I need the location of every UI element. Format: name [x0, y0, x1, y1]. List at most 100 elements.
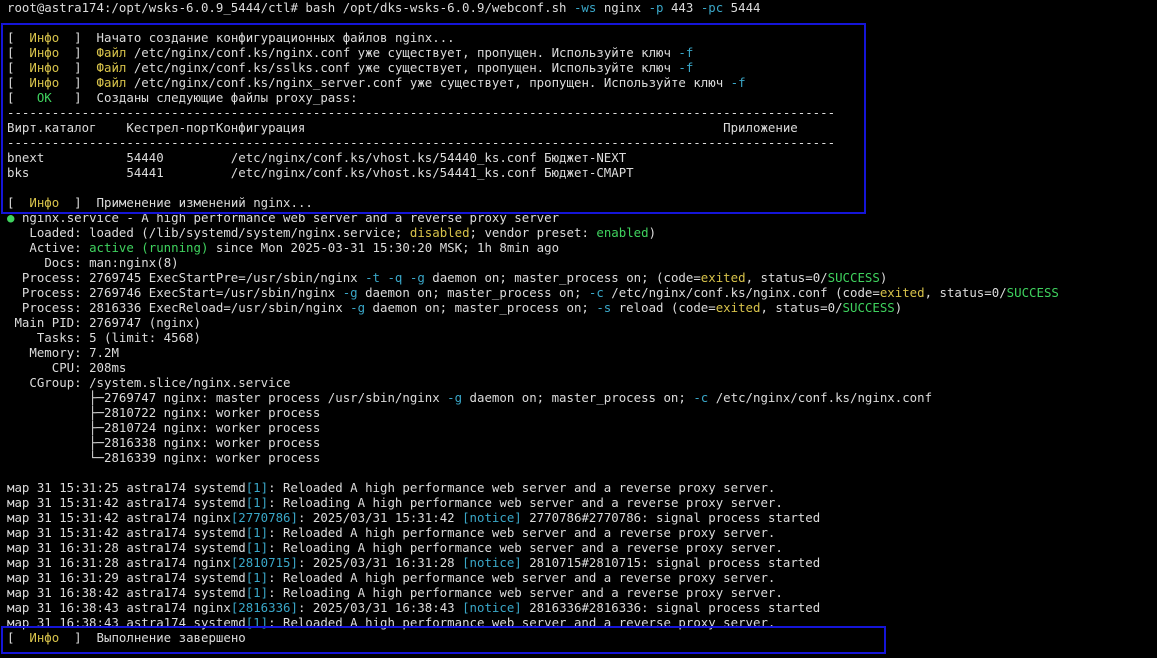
- shell-prompt: root@astra174:/opt/wsks-6.0.9_5444/ctl#: [7, 0, 306, 15]
- info-tag: Инфо: [29, 630, 60, 645]
- command-flag: -g: [447, 390, 463, 405]
- command-flag: -g: [342, 285, 358, 300]
- command-flag: -g: [409, 270, 425, 285]
- field-value: 2769745 ExecStartPre=/usr/sbin/nginx: [89, 270, 366, 285]
- log-exists-line: [ Инфо ] Файл /etc/nginx/conf.ks/nginx.c…: [7, 45, 694, 60]
- journal-line: мар 31 15:31:42 astra174 systemd[1]: Rel…: [7, 495, 1155, 510]
- loaded-line: Loaded: loaded (/lib/systemd/system/ngin…: [7, 225, 1155, 240]
- log-exists-line: [ Инфо ] Файл /etc/nginx/conf.ks/nginx_s…: [7, 75, 746, 90]
- info-tag: Инфо: [29, 195, 60, 210]
- table-cell-port: 54440: [126, 150, 231, 165]
- process-text: 2816338 nginx: worker process: [103, 435, 321, 450]
- text-segment: daemon on; master_process on;: [462, 390, 694, 405]
- table-cell-config: /etc/nginx/conf.ks/vhost.ks/54441_ks.con…: [230, 165, 545, 180]
- field-label: Process:: [7, 285, 90, 300]
- status-dot-icon: ●: [7, 210, 15, 225]
- journal-line: мар 31 16:31:29 astra174 systemd[1]: Rel…: [7, 570, 1155, 585]
- journal-pid: [1]: [245, 480, 269, 495]
- command-flag: -s: [596, 300, 612, 315]
- text-segment: , status=0/: [924, 285, 1007, 300]
- journal-unit: systemd: [193, 540, 246, 555]
- process-text: 2769747 nginx: master process /usr/sbin/…: [103, 390, 448, 405]
- table-row: bks 54441 /etc/nginx/conf.ks/vhost.ks/54…: [7, 165, 1155, 180]
- log-final-line: [ Инфо ] Выполнение завершено: [7, 630, 246, 645]
- field-value: since Mon 2025-03-31 15:30:20 MSK; 1h 8m…: [208, 240, 560, 255]
- journal-message: : Reloaded A high performance web server…: [268, 570, 776, 585]
- info-tag: Инфо: [29, 30, 60, 45]
- journal-pid: [1]: [245, 525, 269, 540]
- field-value: 2769747 (nginx): [89, 315, 201, 330]
- journal-line: мар 31 16:31:28 astra174 systemd[1]: Rel…: [7, 540, 1155, 555]
- journal-message: : Reloaded A high performance web server…: [268, 480, 776, 495]
- success-state: SUCCESS: [842, 300, 895, 315]
- process-text: 2816339 nginx: worker process: [103, 450, 321, 465]
- field-label: Tasks:: [36, 330, 82, 345]
- journal-line: мар 31 16:38:43 astra174 nginx[2816336]:…: [7, 600, 1155, 615]
- journal-line: мар 31 15:31:25 astra174 systemd[1]: Rel…: [7, 480, 1155, 495]
- log-message: Применение изменений nginx...: [96, 195, 313, 210]
- active-line: Active: active (running) since Mon 2025-…: [7, 240, 1155, 255]
- field-value: ; vendor preset:: [469, 225, 597, 240]
- notice-tag: [notice]: [462, 555, 522, 570]
- cgroup-tree-item: ├─2810722 nginx: worker process: [7, 405, 1155, 420]
- field-label: Process:: [7, 270, 90, 285]
- field-value: 7.2M: [89, 345, 119, 360]
- command-flag: -p: [648, 0, 664, 15]
- memory-line: Memory: 7.2M: [7, 345, 1155, 360]
- log-message: /etc/nginx/conf.ks/nginx.conf уже сущест…: [126, 45, 679, 60]
- exit-state: exited: [700, 270, 746, 285]
- text-segment: /etc/nginx/conf.ks/nginx.conf: [708, 390, 933, 405]
- text-segment: , status=0/: [745, 270, 828, 285]
- log-ok-line: [ OK ] Созданы следующие файлы proxy_pas…: [7, 90, 358, 105]
- journal-line: мар 31 15:31:42 astra174 nginx[2770786]:…: [7, 510, 1155, 525]
- exit-state: exited: [715, 300, 761, 315]
- text-segment: reload (code=: [611, 300, 716, 315]
- table-cell-app: Бюджет-NEXT: [544, 150, 627, 165]
- command-flag: -c: [588, 285, 604, 300]
- exit-state: exited: [879, 285, 925, 300]
- field-value: 5 (limit: 4568): [89, 330, 201, 345]
- journal-unit: systemd: [193, 570, 246, 585]
- field-value: 208ms: [89, 360, 127, 375]
- tasks-line: Tasks: 5 (limit: 4568): [7, 330, 1155, 345]
- log-start-line: [ Инфо ] Начато создание конфигурационны…: [7, 30, 455, 45]
- log-message: Начато создание конфигурационных файлов …: [96, 30, 455, 45]
- journal-pid: [1]: [245, 615, 269, 630]
- text-segment: ): [894, 300, 903, 315]
- field-label: Docs:: [44, 255, 82, 270]
- journal-text: : 2025/03/31 15:31:42: [297, 510, 463, 525]
- log-exists-line: [ Инфо ] Файл /etc/nginx/conf.ks/sslks.c…: [7, 60, 694, 75]
- log-message: Созданы следующие файлы proxy_pass:: [96, 90, 358, 105]
- tree-branch: ├─: [7, 435, 104, 450]
- terminal-output[interactable]: root@astra174:/opt/wsks-6.0.9_5444/ctl# …: [7, 0, 1155, 645]
- process-text: 2810722 nginx: worker process: [103, 405, 321, 420]
- flag-key: -f: [678, 60, 694, 75]
- journal-line: мар 31 16:38:43 astra174 systemd[1]: Rel…: [7, 615, 1155, 630]
- journal-message: : Reloaded A high performance web server…: [268, 525, 776, 540]
- field-label: Active:: [29, 240, 82, 255]
- file-prefix: Файл: [96, 60, 127, 75]
- journal-message: : Reloading A high performance web serve…: [268, 540, 783, 555]
- log-apply-line: [ Инфо ] Применение изменений nginx...: [7, 195, 313, 210]
- file-prefix: Файл: [96, 45, 127, 60]
- command-part: bash /opt/dks-wsks-6.0.9/webconf.sh: [305, 0, 574, 15]
- journal-pid: [1]: [245, 570, 269, 585]
- cgroup-tree-item: ├─2769747 nginx: master process /usr/sbi…: [7, 390, 1155, 405]
- journal-timestamp: мар 31 16:38:43 astra174: [7, 600, 194, 615]
- field-label: Loaded:: [29, 225, 82, 240]
- journal-timestamp: мар 31 16:38:43 astra174: [7, 615, 194, 630]
- journal-timestamp: мар 31 15:31:25 astra174: [7, 480, 194, 495]
- field-label: Memory:: [29, 345, 82, 360]
- command-part: 443: [663, 0, 701, 15]
- field-label: Main PID:: [14, 315, 82, 330]
- journal-message: 2770786#2770786: signal process started: [521, 510, 821, 525]
- table-cell-port: 54441: [126, 165, 231, 180]
- journal-timestamp: мар 31 16:38:42 astra174: [7, 585, 194, 600]
- table-row: bnext 54440 /etc/nginx/conf.ks/vhost.ks/…: [7, 150, 1155, 165]
- journal-unit: systemd: [193, 525, 246, 540]
- text-segment: , status=0/: [760, 300, 843, 315]
- journal-line: мар 31 16:31:28 astra174 nginx[2810715]:…: [7, 555, 1155, 570]
